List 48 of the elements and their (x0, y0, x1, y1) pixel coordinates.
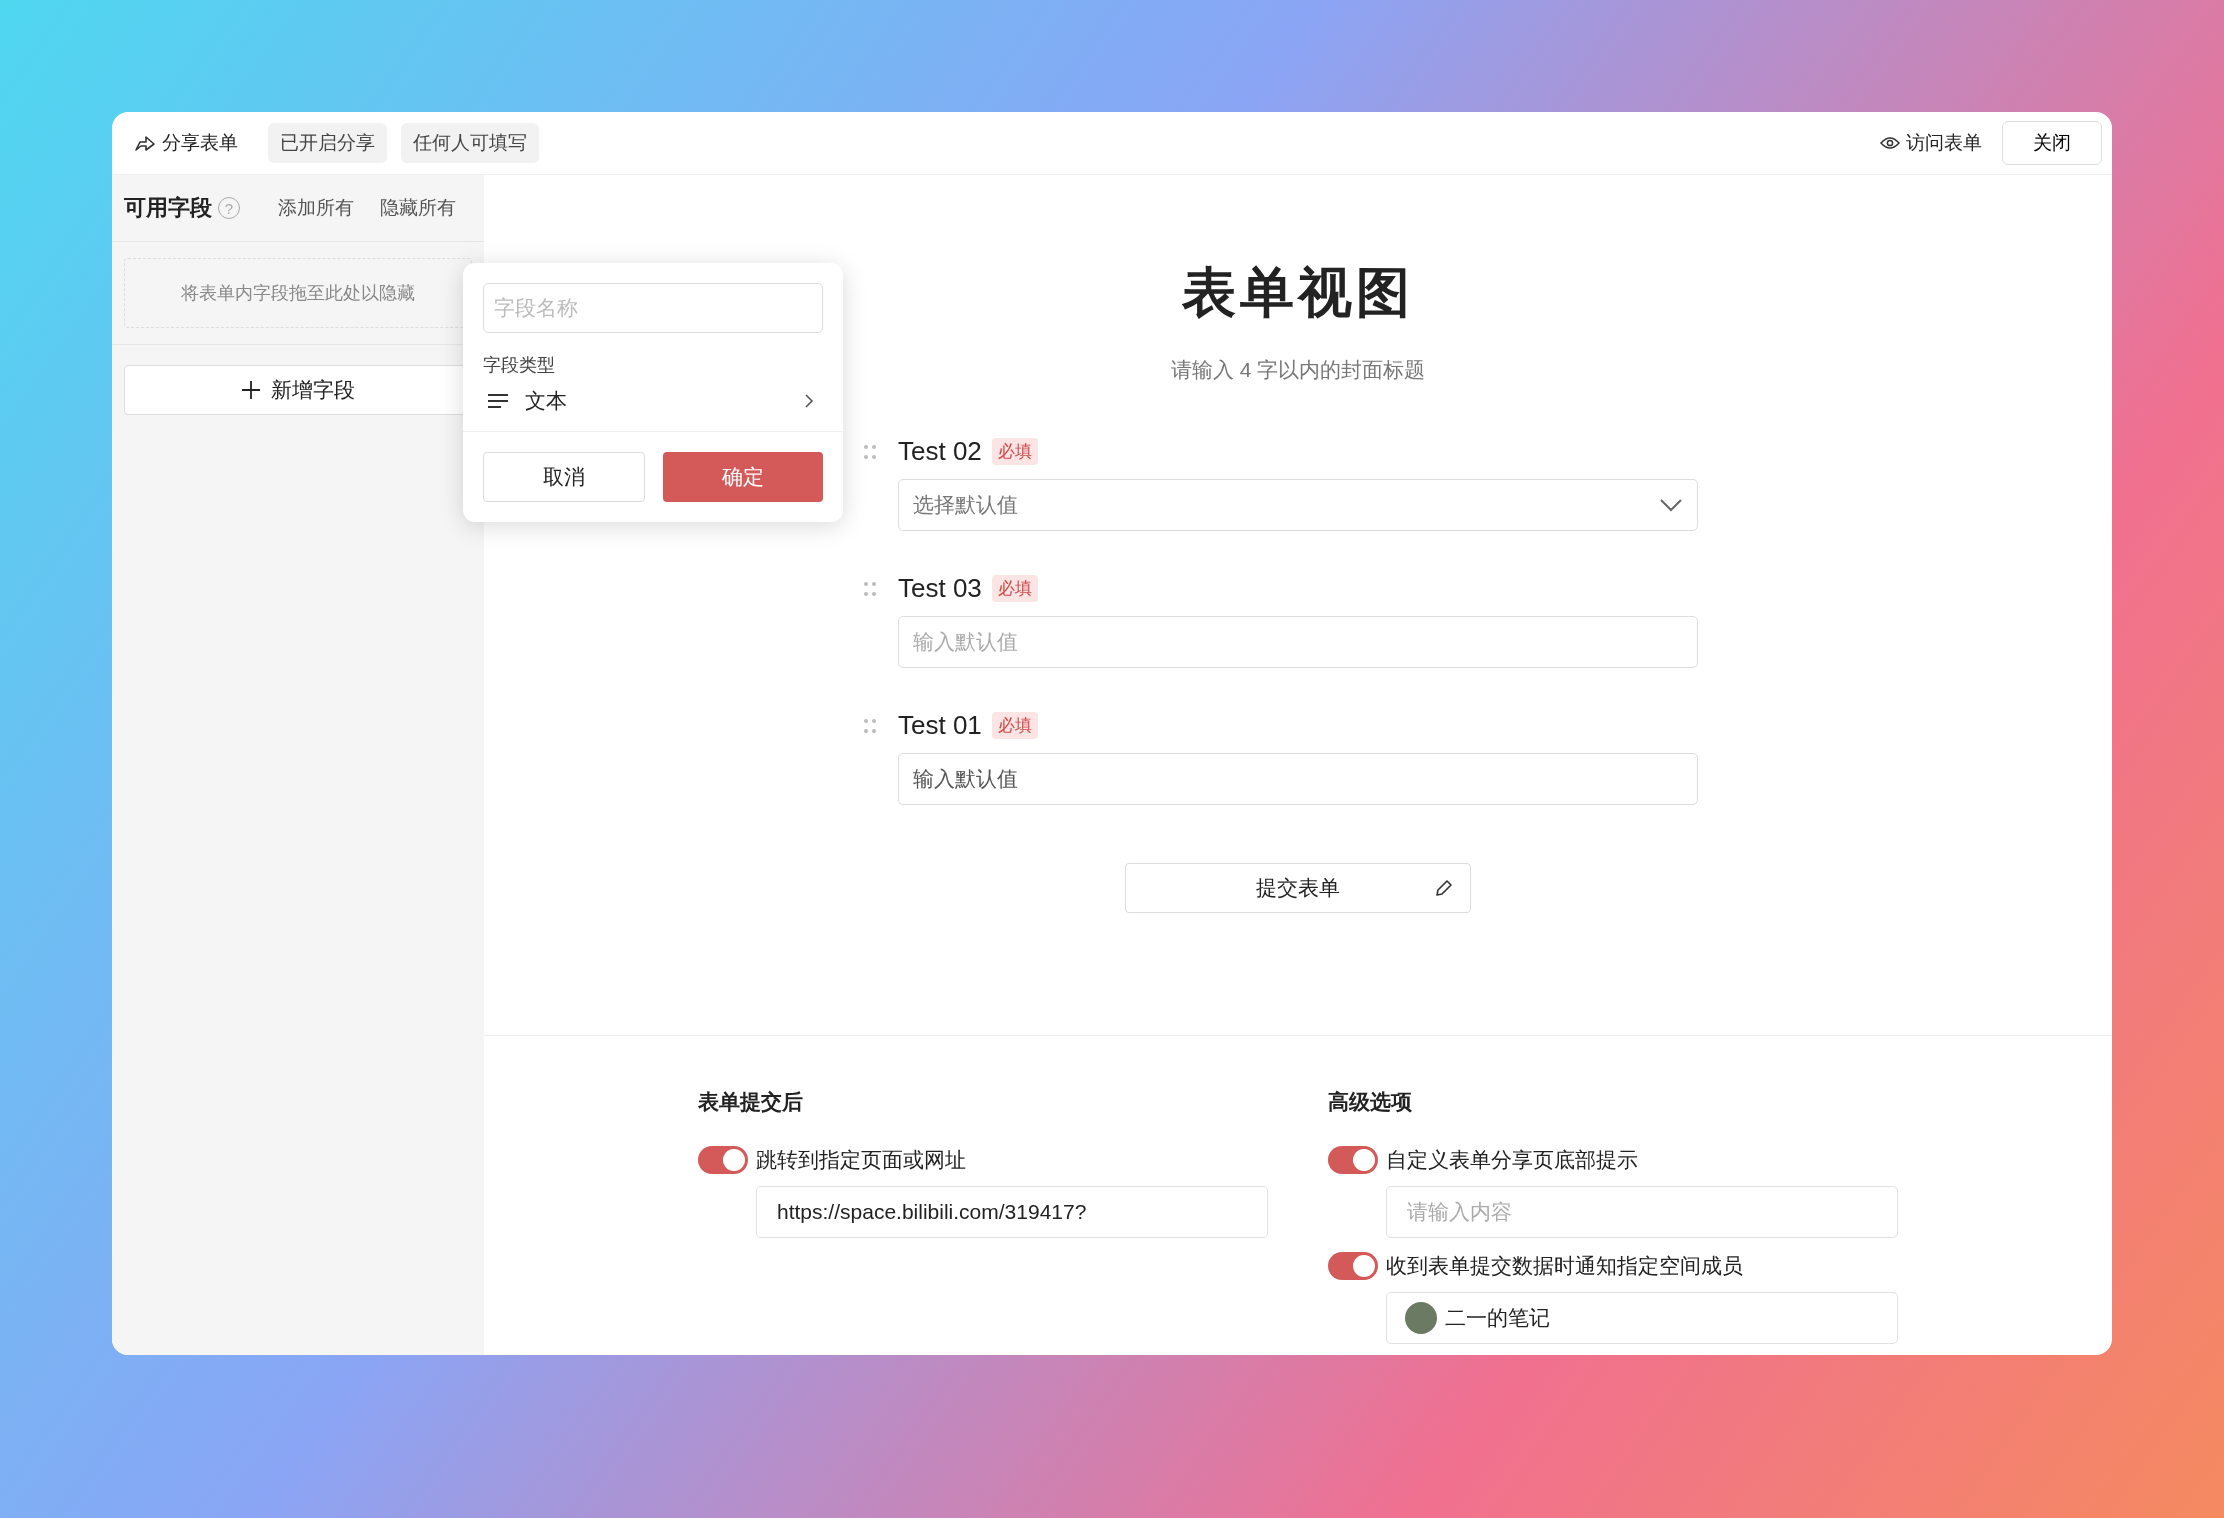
chevron-right-icon (803, 392, 815, 410)
select-field[interactable]: 选择默认值 (898, 479, 1698, 531)
sidebar-title: 可用字段 (124, 194, 212, 222)
confirm-button[interactable]: 确定 (663, 452, 823, 502)
member-name: 二一的笔记 (1445, 1305, 1550, 1331)
settings-heading: 表单提交后 (698, 1089, 804, 1115)
member-field[interactable]: 二一的笔记 (1386, 1292, 1898, 1344)
option-label: 自定义表单分享页底部提示 (1386, 1147, 1638, 1173)
toggle-switch[interactable] (698, 1146, 748, 1174)
input-field[interactable]: 输入默认值 (898, 753, 1698, 805)
pencil-icon (1434, 878, 1454, 898)
text-lines-icon (487, 393, 509, 409)
sidebar-action-link[interactable]: 添加所有 (278, 195, 354, 221)
view-form-button[interactable]: 访问表单 (1874, 126, 1988, 160)
chevron-down-icon (1659, 498, 1683, 512)
eye-icon (1880, 136, 1900, 150)
drag-handle-icon[interactable] (862, 717, 878, 734)
input-field[interactable]: https://space.bilibili.com/319417? (756, 1186, 1268, 1238)
plus-icon (241, 380, 261, 400)
required-badge: 必填 (991, 438, 1038, 465)
sidebar-action-link[interactable]: 隐藏所有 (380, 195, 456, 221)
required-badge: 必填 (991, 712, 1038, 739)
share-form-button[interactable]: 分享表单 (128, 126, 244, 160)
avatar (1405, 1302, 1437, 1334)
field-type-selector[interactable]: 文本 (463, 387, 843, 432)
input-field[interactable]: 输入默认值 (898, 616, 1698, 668)
form-subtitle: 请输入 4 字以内的封面标题 (1169, 357, 1427, 383)
option-label: 跳转到指定页面或网址 (756, 1147, 966, 1173)
input-field[interactable]: 请输入内容 (1386, 1186, 1898, 1238)
form-title: 表单视图 (1181, 261, 1415, 324)
submit-form-button[interactable]: 提交表单 (1125, 863, 1471, 913)
share-icon (134, 134, 156, 152)
drag-handle-icon[interactable] (862, 580, 878, 597)
close-button[interactable]: 关闭 (2002, 121, 2102, 165)
field-label: Test 03 (898, 573, 982, 604)
toggle-switch[interactable] (1328, 1146, 1378, 1174)
field-type-label: 字段类型 (483, 354, 556, 377)
status-tag: 任何人可填写 (401, 123, 539, 163)
field-name-input[interactable]: 字段名称 (483, 283, 823, 333)
field-label: Test 02 (898, 436, 982, 467)
toggle-switch[interactable] (1328, 1252, 1378, 1280)
option-label: 收到表单提交数据时通知指定空间成员 (1386, 1253, 1743, 1279)
required-badge: 必填 (991, 575, 1038, 602)
settings-heading: 高级选项 (1328, 1089, 1413, 1115)
cancel-button[interactable]: 取消 (483, 452, 645, 502)
field-label: Test 01 (898, 710, 982, 741)
drag-handle-icon[interactable] (862, 443, 878, 460)
status-tag: 已开启分享 (268, 123, 387, 163)
